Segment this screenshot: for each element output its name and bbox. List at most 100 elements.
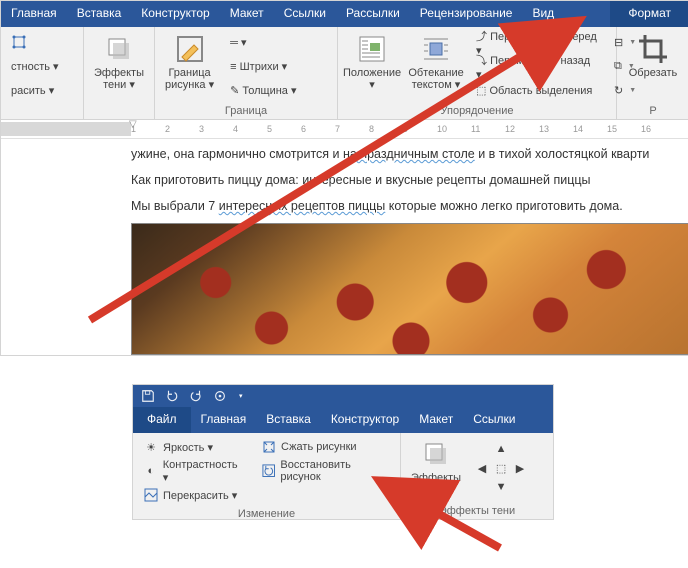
handles-icon [11,34,27,50]
ribbon-2: ☀Яркость ▾ ◐Контрастность ▾ Перекрасить … [133,433,553,519]
horizontal-ruler[interactable]: ▽ 12345678910111213141516 [1,120,688,139]
reset-picture-button[interactable]: Восстановить рисунок [257,460,394,482]
brightness-button[interactable]: ☀Яркость ▾ [139,436,249,458]
ruler-tick: 16 [641,124,651,134]
tab-references[interactable]: Ссылки [274,1,336,27]
group-label-arrange: Упорядочение [344,103,610,117]
recolor-icon [143,487,159,503]
tab-mailings[interactable]: Рассылки [336,1,410,27]
picture-border-button[interactable]: Границарисунка ▾ [161,31,218,93]
quick-access-toolbar: ▾ [133,385,553,407]
tab-home[interactable]: Главная [1,1,67,27]
ruler-tick: 11 [471,124,480,134]
compress-pictures-button[interactable]: Сжать рисунки [257,436,394,458]
tab-layout-2[interactable]: Макет [409,407,463,433]
center-icon: ⬚ [496,462,506,475]
save-icon[interactable] [141,389,155,403]
recolor-partial[interactable]: расить ▾ [7,79,77,101]
ruler-tick: 10 [437,124,447,134]
shadow-effects-label-2: Эффектытени ▾ [411,472,461,496]
nudge-up-button[interactable]: ▲ [492,439,510,459]
ruler-tick: 8 [369,124,374,134]
ruler-tick: 7 [335,124,340,134]
ruler-tick: 12 [505,124,515,134]
send-backward-button[interactable]: ⤵ Переместить назад ▾ [472,55,602,77]
tab-insert[interactable]: Вставка [67,1,132,27]
bring-forward-button[interactable]: ⤴ Переместить вперед ▾ [472,31,602,53]
arrow-right-icon: ▶ [516,462,524,475]
picture-border-label: Границарисунка ▾ [165,67,214,91]
tab-file-2[interactable]: Файл [133,407,191,433]
arrow-down-icon: ▼ [496,481,507,493]
doc-line-1: ужине, она гармонично смотрится и на пра… [131,145,688,163]
ruler-tick: 6 [301,124,306,134]
document-surface[interactable]: ужине, она гармонично смотрится и на пра… [1,139,688,355]
crop-icon [637,33,669,65]
tab-home-2[interactable]: Главная [191,407,257,433]
tab-view[interactable]: Вид [522,1,564,27]
undo-icon[interactable] [165,389,179,403]
shadow-effects-icon-2 [420,438,452,470]
contrast-partial[interactable]: стность ▾ [7,55,77,77]
word-window-top: Главная Вставка Конструктор Макет Ссылки… [0,0,688,356]
shadow-effects-label: Эффектытени ▾ [94,67,144,91]
nudge-right-button[interactable]: ▶ [511,458,529,478]
pizza-image[interactable] [131,223,688,355]
selection-pane-button[interactable]: ⬚ Область выделения [472,79,602,101]
ruler-tick: 9 [403,124,408,134]
group-label-adjust-2: Изменение [139,506,394,520]
redo-icon[interactable] [189,389,203,403]
group-arrange: Положение▾ Обтеканиетекстом ▾ ⤴ Перемест… [338,27,617,119]
position-button[interactable]: Положение▾ [344,31,400,93]
group-border: Границарисунка ▾ ═ ▾ ≡ Штрихи ▾ ✎ Толщин… [155,27,338,119]
tab-design-2[interactable]: Конструктор [321,407,409,433]
ribbon: стность ▾ расить ▾ Эффектытени ▾ Граница… [1,27,688,120]
tab-format[interactable]: Формат [610,1,688,27]
border-weight-button[interactable]: ═ ▾ [226,31,300,53]
contrast-icon: ◐ [143,463,159,479]
arrow-left-icon: ◀ [478,462,486,475]
reset-icon [261,463,276,479]
wrap-text-button[interactable]: Обтеканиетекстом ▾ [408,31,464,93]
shadow-effects-button[interactable]: Эффектытени ▾ [90,31,148,93]
tab-review[interactable]: Рецензирование [410,1,523,27]
shadow-effects-icon [103,33,135,65]
group-crop: Обрезать Р [617,27,688,119]
qat-customize-icon[interactable]: ▾ [239,392,243,400]
crop-button[interactable]: Обрезать [623,31,683,81]
nudge-left-button[interactable]: ◀ [473,458,491,478]
pencil-frame-icon [174,33,206,65]
ruler-tick: 3 [199,124,204,134]
tab-references-2[interactable]: Ссылки [463,407,525,433]
group-shadow-effects: Эффектытени ▾ [84,27,155,119]
contrast-button[interactable]: ◐Контрастность ▾ [139,460,249,482]
tab-design[interactable]: Конструктор [131,1,219,27]
ribbon-tabs-2: Файл Главная Вставка Конструктор Макет С… [133,407,553,433]
ruler-tick: 2 [165,124,170,134]
brightness-partial[interactable] [7,31,77,53]
ruler-tick: 14 [573,124,583,134]
border-pen-button[interactable]: ✎ Толщина ▾ [226,79,300,101]
group-shadow-2: Эффектытени ▾ ▲ ◀ ⬚ ▶ ▼ Эффекты тени [401,433,553,519]
compress-icon [261,439,277,455]
sun-icon: ☀ [143,439,159,455]
position-label: Положение▾ [343,67,401,91]
position-icon [356,33,388,65]
group-label-size: Р [623,103,683,117]
shadow-effects-button-2[interactable]: Эффектытени ▾ [407,436,465,498]
border-dash-button[interactable]: ≡ Штрихи ▾ [226,55,300,77]
nudge-down-button[interactable]: ▼ [492,477,510,497]
touch-mode-icon[interactable] [213,389,227,403]
nudge-center-button[interactable]: ⬚ [492,458,510,478]
wrap-text-label: Обтеканиетекстом ▾ [408,67,463,91]
ruler-tick: 4 [233,124,238,134]
wrap-text-icon [420,33,452,65]
group-adjust-2: ☀Яркость ▾ ◐Контрастность ▾ Перекрасить … [133,433,401,519]
recolor-button[interactable]: Перекрасить ▾ [139,484,249,506]
group-partial-adjust: стность ▾ расить ▾ [1,27,84,119]
group-label-shadow-2: Эффекты тени [407,503,547,517]
tab-layout[interactable]: Макет [220,1,274,27]
doc-line-3: Мы выбрали 7 интересных рецептов пиццы к… [131,197,688,215]
tab-insert-2[interactable]: Вставка [256,407,321,433]
group-label-partial [7,115,77,117]
